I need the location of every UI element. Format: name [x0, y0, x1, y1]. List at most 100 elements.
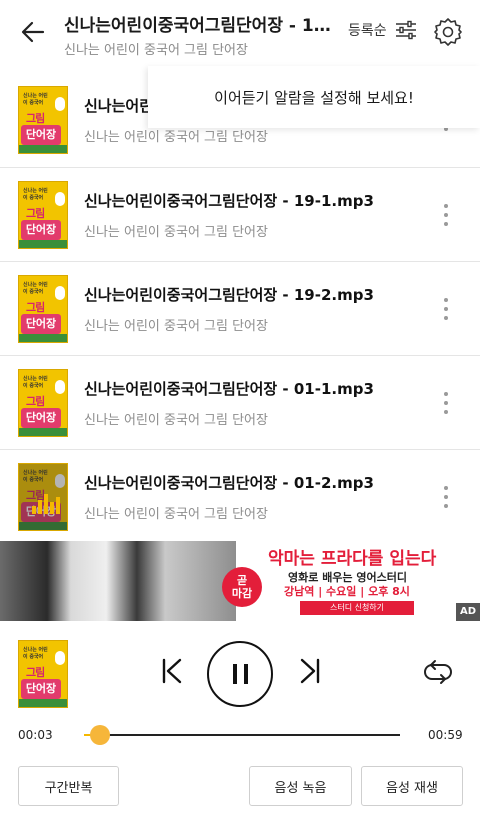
cover-bottom-text: 단어장 — [21, 408, 61, 428]
cover-footer — [19, 428, 67, 436]
next-button[interactable] — [294, 656, 324, 686]
more-vertical-icon — [444, 222, 448, 226]
cover-footer — [19, 522, 67, 530]
more-vertical-icon — [444, 204, 448, 208]
track-subtitle: 신나는 어린이 중국어 그림 단어장 — [84, 507, 268, 522]
sort-label: 등록순 — [348, 23, 387, 39]
ad-cta-button[interactable]: 스터디 신청하기 — [300, 601, 414, 615]
cover-art: 신나는 어린이 중국어그림단어장 — [18, 181, 68, 249]
skip-next-icon — [300, 658, 320, 684]
more-vertical-icon — [444, 392, 448, 396]
more-options-button[interactable] — [432, 385, 460, 421]
pause-icon — [232, 664, 237, 684]
track-row[interactable]: 신나는 어린이 중국어그림 단어장 신나는어린이중국어그림단어장 - 19-2.mp… — [0, 261, 480, 355]
track-subtitle: 신나는 어린이 중국어 그림 단어장 — [84, 130, 268, 145]
tooltip-text: 이어듣기 알람을 설정해 보세요! — [214, 88, 414, 107]
total-time: 00:59 — [428, 728, 463, 742]
cover-top-text: 신나는 어린이 중국어 — [23, 282, 48, 295]
track-subtitle: 신나는 어린이 중국어 그림 단어장 — [84, 413, 268, 428]
cover-character — [55, 651, 65, 665]
gear-icon — [434, 18, 462, 46]
settings-button[interactable] — [430, 14, 466, 50]
audio-player: 신나는 어린이 중국어 그림 단어장 00:03 00:59 구간반복 음성 녹… — [0, 621, 480, 821]
ad-label: AD — [456, 603, 480, 621]
cover-bottom-text: 단어장 — [21, 314, 61, 334]
voice-record-button[interactable]: 음성 녹음 — [249, 766, 352, 806]
track-title: 신나는어린이중국어그림단어장 - 19-1.mp3 — [84, 192, 374, 210]
track-row[interactable]: 신나는 어린이 중국어그림 단어장 신나는어린이중국어그림단어장 - 01-1.mp… — [0, 355, 480, 449]
more-vertical-icon — [444, 307, 448, 311]
page-subtitle: 신나는 어린이 중국어 그림 단어장 — [64, 43, 248, 58]
cover-art: 신나는 어린이 중국어그림단어장 — [18, 463, 68, 531]
track-row[interactable]: 신나는 어린이 중국어그림단어장 신나는어린이중국어그림단어장 - 01-2.mp… — [0, 449, 480, 543]
cover-art: 신나는 어린이 중국어그림단어장 — [18, 86, 68, 154]
track-list: 신나는 어린이 중국어그림단어장신나는어린이중국어그림단어장 - 19-1.mp… — [0, 73, 480, 543]
cover-mid-text: 그림 — [26, 301, 45, 314]
more-options-button[interactable] — [432, 479, 460, 515]
skip-previous-icon — [162, 658, 182, 684]
voice-play-button[interactable]: 음성 재생 — [361, 766, 463, 806]
cover-footer — [19, 240, 67, 248]
cover-character — [55, 286, 65, 300]
track-subtitle: 신나는 어린이 중국어 그림 단어장 — [84, 319, 268, 334]
more-options-button[interactable] — [432, 197, 460, 233]
current-time: 00:03 — [18, 728, 53, 742]
cover-top-text: 신나는 어린이 중국어 — [23, 376, 48, 389]
cover-character — [55, 474, 65, 488]
more-vertical-icon — [444, 298, 448, 302]
repeat-icon — [424, 660, 452, 684]
ad-badge-line2: 마감 — [231, 587, 253, 600]
now-playing-cover: 신나는 어린이 중국어 그림 단어장 — [18, 640, 68, 708]
cover-footer — [19, 334, 67, 342]
cover-mid-text: 그림 — [26, 207, 45, 220]
ad-movie-photo — [0, 541, 236, 621]
ad-headline: 악마는 프라다를 입는다 — [268, 549, 437, 569]
more-vertical-icon — [444, 504, 448, 508]
sort-button[interactable]: 등록순 — [348, 20, 417, 40]
more-vertical-icon — [444, 213, 448, 217]
more-vertical-icon — [444, 316, 448, 320]
ad-banner[interactable]: 곧 마감 악마는 프라다를 입는다 영화로 배우는 영어스터디 강남역 | 수요… — [0, 541, 480, 621]
sliders-icon — [395, 20, 416, 40]
page-title: 신나는어린이중국어그림단어장 - 19-1.mp3 — [64, 16, 334, 36]
track-row[interactable]: 신나는 어린이 중국어그림단어장 신나는어린이중국어그림단어장 - 19-1.mp… — [0, 167, 480, 261]
cover-footer — [19, 145, 67, 153]
resume-alarm-tooltip[interactable]: 이어듣기 알람을 설정해 보세요! — [148, 66, 480, 128]
cover-character — [55, 97, 65, 111]
section-repeat-button[interactable]: 구간반복 — [18, 766, 119, 806]
more-vertical-icon — [444, 410, 448, 414]
cover-footer — [19, 699, 67, 707]
previous-button[interactable] — [158, 656, 188, 686]
cover-top-text: 신나는 어린이 중국어 — [23, 93, 48, 106]
back-button[interactable] — [16, 14, 50, 50]
more-vertical-icon — [444, 495, 448, 499]
cover-character — [55, 192, 65, 206]
track-title: 신나는어린이중국어그림단어장 - 01-1.mp3 — [84, 380, 374, 398]
cover-mid-text: 그림 — [26, 112, 45, 125]
cover-art: 신나는 어린이 중국어그림단어장 — [18, 369, 68, 437]
repeat-button[interactable] — [422, 658, 454, 686]
cover-top-text: 신나는 어린이 중국어 — [23, 188, 48, 201]
cover-character — [55, 380, 65, 394]
progress-knob[interactable] — [89, 725, 110, 745]
cover-mid-text: 그림 — [26, 395, 45, 408]
cover-bottom-text: 단어장 — [21, 220, 61, 240]
more-vertical-icon — [444, 486, 448, 490]
equalizer-icon — [32, 494, 60, 514]
pause-button[interactable] — [207, 641, 273, 707]
track-subtitle: 신나는 어린이 중국어 그림 단어장 — [84, 225, 268, 240]
ad-deadline-badge: 곧 마감 — [222, 567, 262, 607]
ad-badge-line1: 곧 — [236, 574, 248, 587]
track-title: 신나는어린이중국어그림단어장 - 19-2.mp3 — [84, 286, 374, 304]
track-title: 신나는어린이중국어그림단어장 - 01-2.mp3 — [84, 474, 374, 492]
header: 신나는어린이중국어그림단어장 - 19-1.mp3 신나는 어린이 중국어 그림… — [0, 0, 480, 68]
more-options-button[interactable] — [432, 291, 460, 327]
cover-art: 신나는 어린이 중국어그림단어장 — [18, 275, 68, 343]
pause-icon — [243, 664, 248, 684]
cover-bottom-text: 단어장 — [21, 679, 61, 699]
arrow-left-icon — [21, 21, 45, 43]
cover-top-text: 신나는 어린이 중국어 — [23, 470, 48, 483]
cover-art: 신나는 어린이 중국어 그림 단어장 — [18, 640, 68, 708]
ad-schedule: 강남역 | 수요일 | 오후 8시 — [284, 585, 410, 598]
progress-bar[interactable] — [84, 725, 400, 745]
